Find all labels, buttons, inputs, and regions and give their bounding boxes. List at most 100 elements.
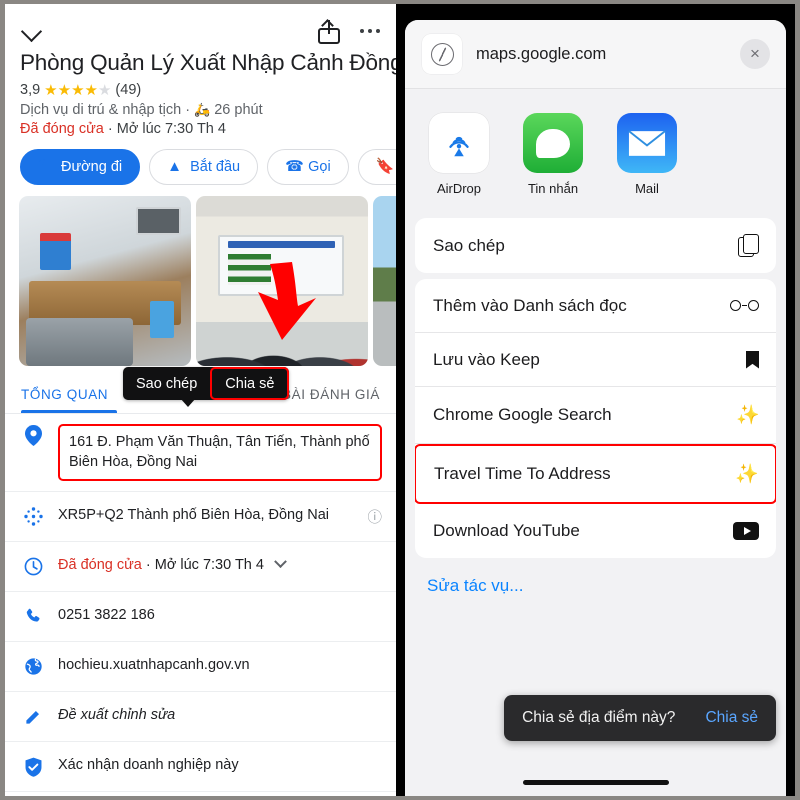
menu-item-label: Sao chép bbox=[433, 235, 505, 255]
start-button[interactable]: ▲ Bắt đầu bbox=[149, 148, 259, 185]
shortcut-wand-icon: ✨ bbox=[735, 464, 759, 485]
call-button-label: Gọi bbox=[308, 158, 331, 175]
directions-icon bbox=[38, 159, 54, 175]
share-targets-row: AirDrop Tin nhắn Mail bbox=[405, 89, 786, 212]
share-target-mail[interactable]: Mail bbox=[615, 113, 679, 196]
menu-item-travel-time-to-address[interactable]: Travel Time To Address ✨ bbox=[415, 444, 776, 504]
plus-code-text: XR5P+Q2 Thành phố Biên Hòa, Đồng Nai bbox=[58, 506, 329, 523]
suggest-edit-row[interactable]: Đề xuất chỉnh sửa bbox=[5, 692, 396, 742]
close-icon[interactable]: × bbox=[740, 39, 770, 69]
share-target-messages[interactable]: Tin nhắn bbox=[521, 113, 585, 196]
menu-item-label: Lưu vào Keep bbox=[433, 349, 540, 369]
tooltip-share-button[interactable]: Chia sẻ bbox=[210, 367, 290, 400]
shortcut-wand-icon: ✨ bbox=[736, 405, 760, 426]
share-target-label: AirDrop bbox=[436, 181, 482, 196]
phone-number: 0251 3822 186 bbox=[58, 606, 155, 623]
share-target-airdrop[interactable]: AirDrop bbox=[427, 113, 491, 196]
red-arrow-annotation bbox=[258, 262, 316, 340]
ios-share-sheet-panel: maps.google.com × AirDrop Tin nhắn Mail … bbox=[396, 0, 800, 800]
dot-separator: · bbox=[107, 120, 113, 137]
dot-separator: · bbox=[145, 556, 151, 573]
tooltip-tail bbox=[180, 398, 196, 407]
safari-compass-icon bbox=[422, 34, 462, 74]
motorbike-icon: 🛵 bbox=[194, 101, 211, 117]
star-rating-icon: ★★★★★ bbox=[44, 81, 112, 99]
messages-icon bbox=[523, 113, 583, 173]
shield-check-icon bbox=[22, 756, 44, 777]
airdrop-icon bbox=[429, 113, 489, 173]
google-maps-place-panel: Phòng Quản Lý Xuất Nhập Cảnh Đồng Nai 3,… bbox=[0, 0, 396, 800]
action-button-row: Đường đi ▲ Bắt đầu ☎ Gọi 🔖 Lưu bbox=[5, 137, 396, 196]
screenshot-root: Phòng Quản Lý Xuất Nhập Cảnh Đồng Nai 3,… bbox=[0, 0, 800, 800]
hours-text: Đã đóng cửa · Mở lúc 7:30 Th 4 bbox=[58, 554, 382, 576]
website-url: hochieu.xuatnhapcanh.gov.vn bbox=[58, 656, 250, 673]
location-pin-icon bbox=[22, 424, 44, 446]
tab-reviews[interactable]: BÀI ĐÁNH GIÁ bbox=[282, 387, 380, 413]
address-text: 161 Đ. Phạm Văn Thuận, Tân Tiến, Thành p… bbox=[58, 423, 382, 481]
context-menu-tooltip: Sao chép Chia sẻ bbox=[123, 367, 290, 400]
share-toast: Chia sẻ địa điểm này? Chia sẻ bbox=[504, 695, 776, 741]
info-icon[interactable]: ⓘ bbox=[368, 506, 383, 527]
home-indicator bbox=[522, 780, 669, 785]
plus-code-row[interactable]: XR5P+Q2 Thành phố Biên Hòa, Đồng Nai ⓘ bbox=[5, 492, 396, 542]
hours-status-closed: Đã đóng cửa bbox=[58, 556, 142, 573]
claim-business-label: Xác nhận doanh nghiệp này bbox=[58, 756, 239, 773]
more-options-icon[interactable] bbox=[359, 28, 380, 34]
share-target-label: Tin nhắn bbox=[527, 181, 579, 196]
chevron-down-icon[interactable] bbox=[21, 18, 47, 44]
menu-item-label: Thêm vào Danh sách đọc bbox=[433, 295, 627, 315]
directions-button-label: Đường đi bbox=[61, 158, 123, 175]
mail-icon bbox=[617, 113, 677, 173]
toast-share-button[interactable]: Chia sẻ bbox=[705, 709, 758, 727]
navigation-icon: ▲ bbox=[167, 157, 182, 175]
rating-summary: 3,9 ★★★★★ (49) bbox=[5, 77, 396, 99]
call-button[interactable]: ☎ Gọi bbox=[267, 148, 349, 185]
status-badge: Đã đóng cửa bbox=[20, 120, 104, 137]
place-category: Dịch vụ di trú & nhập tịch bbox=[20, 101, 182, 118]
website-row[interactable]: hochieu.xuatnhapcanh.gov.vn bbox=[5, 642, 396, 692]
reading-list-glasses-icon bbox=[730, 300, 759, 311]
directions-button[interactable]: Đường đi bbox=[20, 148, 141, 185]
open-status-line: Đã đóng cửa · Mở lúc 7:30 Th 4 bbox=[5, 118, 396, 137]
menu-item-reading-list[interactable]: Thêm vào Danh sách đọc bbox=[415, 279, 776, 333]
place-photo[interactable] bbox=[373, 195, 396, 366]
phone-icon bbox=[22, 606, 44, 626]
menu-item-download-youtube[interactable]: Download YouTube bbox=[415, 504, 776, 558]
hours-row[interactable]: Đã đóng cửa · Mở lúc 7:30 Th 4 bbox=[5, 542, 396, 592]
share-menu-group-actions: Thêm vào Danh sách đọc Lưu vào Keep Chro… bbox=[415, 279, 776, 558]
next-open-time: Mở lúc 7:30 Th 4 bbox=[116, 120, 226, 137]
tooltip-copy-button[interactable]: Sao chép bbox=[123, 367, 210, 400]
save-button[interactable]: 🔖 Lưu bbox=[357, 148, 396, 185]
shared-url: maps.google.com bbox=[476, 44, 607, 63]
share-target-label: Mail bbox=[635, 181, 659, 196]
globe-icon bbox=[22, 656, 44, 676]
phone-row[interactable]: 0251 3822 186 bbox=[5, 592, 396, 642]
edit-actions-link[interactable]: Sửa tác vụ... bbox=[405, 558, 786, 596]
share-menu-group-copy: Sao chép bbox=[415, 218, 776, 273]
pencil-icon bbox=[22, 706, 44, 726]
share-sheet: maps.google.com × AirDrop Tin nhắn Mail … bbox=[405, 20, 786, 796]
page-title: Phòng Quản Lý Xuất Nhập Cảnh Đồng Nai bbox=[20, 50, 396, 75]
menu-item-label: Chrome Google Search bbox=[433, 405, 612, 424]
menu-item-chrome-google-search[interactable]: Chrome Google Search ✨ bbox=[415, 387, 776, 444]
topbar-actions bbox=[317, 18, 380, 44]
start-button-label: Bắt đầu bbox=[190, 158, 241, 175]
chevron-down-icon[interactable] bbox=[274, 554, 287, 568]
place-category-line: Dịch vụ di trú & nhập tịch · 🛵 26 phút bbox=[5, 99, 396, 118]
menu-item-save-to-keep[interactable]: Lưu vào Keep bbox=[415, 333, 776, 387]
share-icon[interactable] bbox=[317, 18, 340, 44]
claim-business-row[interactable]: Xác nhận doanh nghiệp này bbox=[5, 742, 396, 792]
bookmark-icon: 🔖 bbox=[375, 157, 395, 175]
menu-item-label: Download YouTube bbox=[433, 521, 580, 540]
dot-separator: · bbox=[185, 101, 191, 118]
place-card: Phòng Quản Lý Xuất Nhập Cảnh Đồng Nai 3,… bbox=[5, 4, 396, 796]
tab-overview[interactable]: TỔNG QUAN bbox=[21, 387, 108, 413]
review-count: (49) bbox=[115, 81, 142, 98]
toast-message: Chia sẻ địa điểm này? bbox=[522, 709, 676, 726]
travel-time: 26 phút bbox=[214, 101, 263, 118]
menu-item-copy[interactable]: Sao chép bbox=[415, 218, 776, 273]
share-sheet-header: maps.google.com × bbox=[405, 20, 786, 89]
address-row[interactable]: 161 Đ. Phạm Văn Thuận, Tân Tiến, Thành p… bbox=[5, 414, 396, 492]
review-summary-heading: Tóm tắt đánh giá bbox=[5, 792, 396, 796]
place-photo[interactable] bbox=[19, 195, 191, 366]
